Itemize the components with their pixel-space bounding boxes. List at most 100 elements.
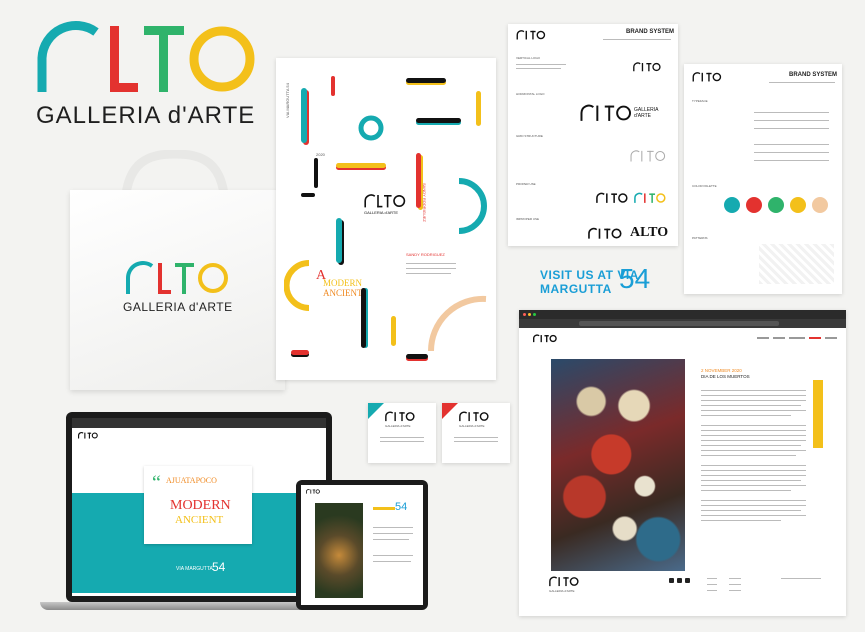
poster-bar	[301, 193, 315, 197]
brand1-proper-logo-1	[596, 192, 628, 203]
poster-bar	[416, 118, 461, 123]
event-text-line	[701, 470, 806, 471]
footer-link[interactable]	[729, 584, 741, 585]
event-text-line	[701, 415, 791, 416]
nav-item[interactable]	[789, 337, 805, 339]
main-logo: GALLERIA d'ARTE	[36, 18, 256, 138]
poster-arc	[284, 260, 310, 311]
brand1-improper-logo	[588, 227, 622, 239]
laptop-browser-bar	[72, 418, 326, 428]
footer-subtitle: GALLERIA d'ARTE	[549, 589, 575, 593]
footer-link[interactable]	[707, 578, 717, 579]
site-nav	[757, 337, 841, 341]
brand1-text-line	[516, 64, 566, 65]
brand2-logo-mark	[692, 72, 722, 82]
poster-bar	[476, 91, 481, 126]
poster-text-line	[406, 268, 456, 269]
website-browser-window: 2 NOVEMBER 2020 DIA DE LOS MUERTOS GALLE…	[519, 310, 846, 616]
poster-ring	[358, 115, 384, 141]
event-text-line	[701, 405, 801, 406]
brand2-label-0: TYPEFACE	[692, 99, 708, 103]
event-text-line	[701, 450, 806, 451]
poster-bar	[361, 288, 366, 348]
palette-swatch-peach	[812, 197, 828, 213]
brand2-text-line	[754, 152, 829, 153]
site-logo[interactable]	[533, 334, 557, 343]
brand1-logo-mark	[516, 30, 546, 40]
instagram-icon[interactable]	[677, 578, 682, 583]
tablet-text-line	[373, 539, 409, 540]
brand2-label-2: PATTERNS	[692, 236, 708, 240]
poster-bar	[391, 316, 396, 346]
brand-system-sheet-2: BRAND SYSTEM TYPEFACE COLOR PALETTE PATT…	[684, 64, 842, 294]
visit-line-2: MARGUTTA	[540, 282, 612, 296]
poster-logo-mark	[364, 194, 406, 208]
footer-copyright	[781, 578, 821, 579]
brand1-label-1: HORIZONTAL LOGO	[516, 92, 545, 96]
browser-address-bar[interactable]	[579, 321, 779, 326]
event-text-line	[701, 390, 806, 391]
card-text-line	[454, 437, 498, 438]
brand2-text-line	[754, 160, 829, 161]
event-title: DIA DE LOS MUERTOS	[701, 374, 750, 379]
nav-item[interactable]	[757, 337, 769, 339]
event-text-line	[701, 515, 806, 516]
brand-system-sheet-1: BRAND SYSTEM VERTICAL LOGO HORIZONTAL LO…	[508, 24, 678, 246]
card-text-line	[454, 441, 498, 442]
footer-link[interactable]	[729, 590, 741, 591]
event-text-line	[701, 455, 796, 456]
tablet-screen: 54	[301, 485, 423, 605]
brand1-label-4: IMPROPER USE	[516, 217, 540, 221]
poster-bar	[301, 88, 307, 143]
card-subtitle: GALLERIA d'ARTE	[385, 424, 411, 428]
event-artwork	[551, 359, 685, 571]
card-text-line	[380, 437, 424, 438]
nav-item[interactable]	[773, 337, 785, 339]
laptop-quote-c: ANCIENT	[175, 514, 224, 526]
laptop-quote-open: “	[152, 472, 161, 494]
poster-quote-c: ANCIENT	[323, 288, 363, 298]
card-corner-accent	[442, 403, 458, 419]
window-maximize-icon[interactable]	[533, 313, 536, 316]
brand2-pattern	[759, 244, 834, 284]
alto-logo-mark	[37, 21, 255, 92]
window-minimize-icon[interactable]	[528, 313, 531, 316]
event-text-line	[701, 505, 806, 506]
side-tab-button[interactable]	[813, 380, 823, 448]
business-card-1: GALLERIA d'ARTE	[368, 403, 436, 463]
event-text-line	[701, 430, 806, 431]
laptop-quote-a: AJUATAPOCO	[166, 476, 217, 485]
card-subtitle: GALLERIA d'ARTE	[459, 424, 485, 428]
palette-swatch-green	[768, 197, 784, 213]
laptop-quote-b: MODERN	[170, 498, 231, 513]
brand1-text-line	[516, 68, 561, 69]
event-text-line	[701, 425, 806, 426]
footer-link[interactable]	[729, 578, 741, 579]
brand1-title: BRAND SYSTEM	[626, 29, 675, 35]
poster-bar	[336, 163, 386, 168]
poster-bar	[406, 78, 446, 83]
poster-quote-b: MODERN	[323, 278, 363, 288]
youtube-icon[interactable]	[685, 578, 690, 583]
brand1-horizontal-subtitle: GALLERIA d'ARTE	[634, 107, 659, 119]
tablet-photo	[315, 503, 363, 598]
card-logo-mark	[385, 411, 415, 422]
footer-link[interactable]	[707, 590, 717, 591]
brand2-title: BRAND SYSTEM	[789, 72, 838, 78]
business-card-2: GALLERIA d'ARTE	[442, 403, 510, 463]
footer-logo-mark[interactable]	[549, 576, 579, 587]
brand1-label-3: PROPER USE	[516, 182, 536, 186]
shopping-bag: GALLERIA d'ARTE	[70, 150, 285, 390]
footer-link[interactable]	[707, 584, 717, 585]
laptop-address-num: 54	[212, 560, 226, 574]
palette-swatch-teal	[724, 197, 740, 213]
facebook-icon[interactable]	[669, 578, 674, 583]
poster-bar	[331, 76, 335, 96]
nav-item[interactable]	[809, 337, 821, 339]
brand1-vertical-logo	[633, 62, 661, 72]
window-close-icon[interactable]	[523, 313, 526, 316]
brand1-proper-logo-2	[634, 192, 666, 203]
tablet-text-line	[373, 527, 413, 528]
tablet-text-line	[373, 555, 413, 556]
nav-item[interactable]	[825, 337, 837, 339]
